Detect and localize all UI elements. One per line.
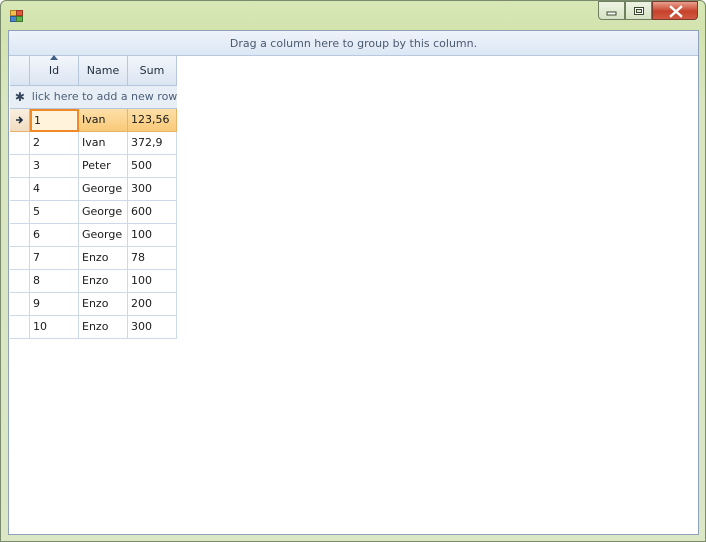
- cell-sum[interactable]: 600: [128, 201, 177, 224]
- cell-sum[interactable]: 372,9: [128, 132, 177, 155]
- table-row[interactable]: 10 Enzo 300: [10, 316, 177, 339]
- row-indicator-cell[interactable]: [10, 155, 30, 178]
- arrow-right-icon: [15, 116, 23, 124]
- close-button[interactable]: [652, 1, 698, 20]
- row-indicator-cell[interactable]: [10, 178, 30, 201]
- cell-id[interactable]: 4: [30, 178, 79, 201]
- sort-ascending-icon: [50, 55, 58, 60]
- row-indicator-cell[interactable]: [10, 316, 30, 339]
- app-window: Drag a column here to group by this colu…: [0, 0, 706, 542]
- cell-name[interactable]: Enzo: [79, 270, 128, 293]
- table-row[interactable]: 1 Ivan 123,56: [10, 109, 177, 132]
- column-header-sum[interactable]: Sum: [128, 56, 177, 86]
- cell-sum[interactable]: 300: [128, 178, 177, 201]
- cell-name[interactable]: George: [79, 178, 128, 201]
- close-icon: [669, 5, 683, 18]
- minimize-icon: [606, 11, 617, 16]
- table-row[interactable]: 4 George 300: [10, 178, 177, 201]
- cell-name[interactable]: Ivan: [79, 132, 128, 155]
- cell-sum[interactable]: 200: [128, 293, 177, 316]
- column-header-label: Id: [48, 64, 60, 77]
- grid-container: Drag a column here to group by this colu…: [8, 30, 699, 535]
- row-indicator-cell[interactable]: [10, 247, 30, 270]
- cell-id[interactable]: 5: [30, 201, 79, 224]
- table-row[interactable]: 6 George 100: [10, 224, 177, 247]
- cell-id[interactable]: 10: [30, 316, 79, 339]
- cell-name[interactable]: George: [79, 201, 128, 224]
- header-indicator-cell: [10, 56, 30, 86]
- table-row[interactable]: 5 George 600: [10, 201, 177, 224]
- cell-name[interactable]: Enzo: [79, 247, 128, 270]
- column-header-id[interactable]: Id: [30, 55, 79, 86]
- cell-name[interactable]: Enzo: [79, 316, 128, 339]
- cell-id[interactable]: 6: [30, 224, 79, 247]
- window-bottom-border: [1, 533, 705, 541]
- table-row[interactable]: 9 Enzo 200: [10, 293, 177, 316]
- column-header-label: Name: [86, 64, 120, 77]
- row-indicator-cell[interactable]: [10, 201, 30, 224]
- table-row[interactable]: 2 Ivan 372,9: [10, 132, 177, 155]
- cell-id[interactable]: 7: [30, 247, 79, 270]
- add-new-row-label: lick here to add a new row: [31, 90, 177, 103]
- cell-id[interactable]: 3: [30, 155, 79, 178]
- row-indicator-cell[interactable]: [10, 132, 30, 155]
- cell-id[interactable]: 9: [30, 293, 79, 316]
- title-bar[interactable]: [1, 1, 705, 29]
- add-new-row[interactable]: ✱ lick here to add a new row: [10, 86, 177, 109]
- cell-sum[interactable]: 300: [128, 316, 177, 339]
- row-indicator-cell[interactable]: [10, 224, 30, 247]
- cell-name[interactable]: George: [79, 224, 128, 247]
- cell-sum[interactable]: 100: [128, 224, 177, 247]
- restore-button[interactable]: [625, 1, 652, 20]
- table-row[interactable]: 8 Enzo 100: [10, 270, 177, 293]
- row-indicator-cell[interactable]: [10, 270, 30, 293]
- cell-id[interactable]: 8: [30, 270, 79, 293]
- cell-sum[interactable]: 500: [128, 155, 177, 178]
- group-by-panel[interactable]: Drag a column here to group by this colu…: [9, 31, 698, 56]
- minimize-button[interactable]: [598, 1, 625, 20]
- restore-icon: [634, 7, 644, 15]
- cell-name[interactable]: Ivan: [79, 109, 128, 132]
- row-indicator-cell[interactable]: [10, 293, 30, 316]
- cell-name[interactable]: Peter: [79, 155, 128, 178]
- cell-sum[interactable]: 78: [128, 247, 177, 270]
- cell-name[interactable]: Enzo: [79, 293, 128, 316]
- table-row[interactable]: 3 Peter 500: [10, 155, 177, 178]
- column-header-name[interactable]: Name: [79, 56, 128, 86]
- table-row[interactable]: 7 Enzo 78: [10, 247, 177, 270]
- column-header-label: Sum: [139, 64, 165, 77]
- cell-id[interactable]: 1: [30, 109, 79, 132]
- app-form-icon[interactable]: [10, 10, 23, 22]
- cell-sum[interactable]: 123,56: [128, 109, 177, 132]
- row-indicator-cell[interactable]: [10, 109, 30, 132]
- cell-id[interactable]: 2: [30, 132, 79, 155]
- asterisk-icon: ✱: [14, 90, 25, 104]
- cell-sum[interactable]: 100: [128, 270, 177, 293]
- header-row: Id Name Sum: [10, 55, 177, 86]
